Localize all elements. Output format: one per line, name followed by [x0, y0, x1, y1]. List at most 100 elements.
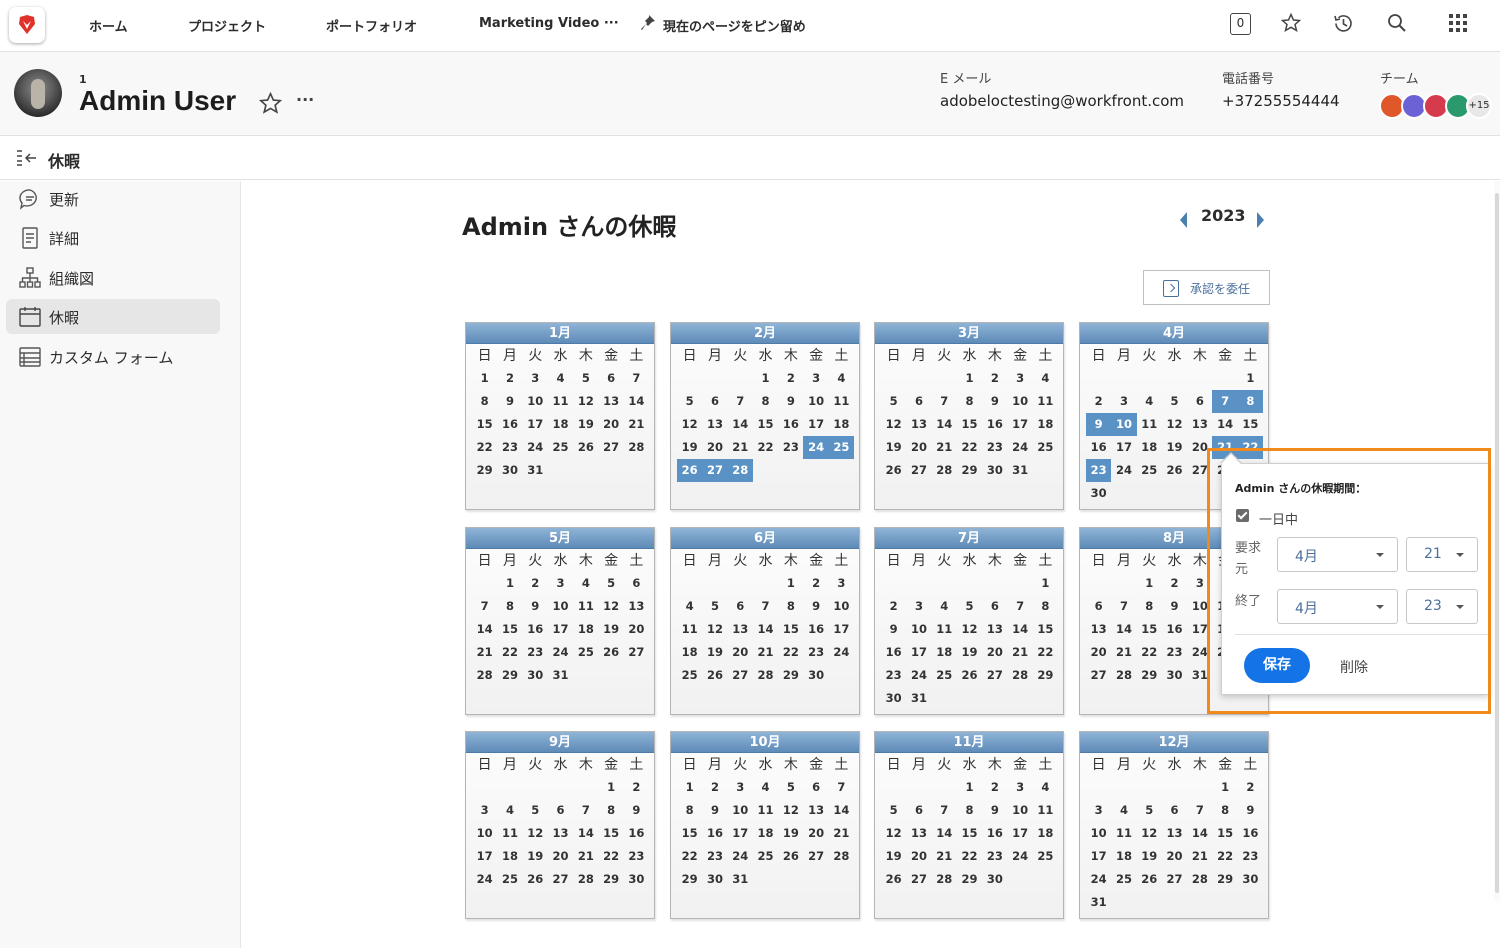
- day-cell[interactable]: 2: [1162, 572, 1187, 595]
- day-cell[interactable]: 13: [548, 822, 573, 845]
- day-cell[interactable]: 11: [1033, 799, 1058, 822]
- day-cell[interactable]: 19: [702, 641, 727, 664]
- day-cell[interactable]: 8: [598, 799, 623, 822]
- day-cell[interactable]: 31: [906, 687, 931, 710]
- day-cell[interactable]: 1: [472, 367, 497, 390]
- day-cell[interactable]: 13: [624, 595, 649, 618]
- day-cell[interactable]: 7: [932, 390, 957, 413]
- day-cell[interactable]: 19: [778, 822, 803, 845]
- day-cell[interactable]: 3: [1007, 776, 1032, 799]
- day-cell[interactable]: 21: [728, 436, 753, 459]
- day-cell[interactable]: 4: [573, 572, 598, 595]
- day-cell[interactable]: 1: [1238, 367, 1263, 390]
- day-cell[interactable]: 28: [573, 868, 598, 891]
- day-cell[interactable]: 28: [753, 664, 778, 687]
- day-cell[interactable]: 6: [1086, 595, 1111, 618]
- day-cell[interactable]: 18: [677, 641, 702, 664]
- day-cell[interactable]: 21: [932, 845, 957, 868]
- day-cell[interactable]: 10: [472, 822, 497, 845]
- day-cell[interactable]: 14: [728, 413, 753, 436]
- day-cell[interactable]: 27: [598, 436, 623, 459]
- day-cell[interactable]: 16: [624, 822, 649, 845]
- day-cell[interactable]: 31: [548, 664, 573, 687]
- day-cell[interactable]: 16: [803, 618, 828, 641]
- day-cell[interactable]: 10: [1007, 799, 1032, 822]
- to-day-select[interactable]: 23: [1406, 589, 1478, 624]
- day-cell[interactable]: 18: [829, 413, 854, 436]
- day-cell[interactable]: 24: [523, 436, 548, 459]
- day-cell[interactable]: 24: [728, 845, 753, 868]
- save-button[interactable]: 保存: [1244, 648, 1310, 683]
- day-cell[interactable]: 7: [1111, 595, 1136, 618]
- day-cell[interactable]: 14: [932, 413, 957, 436]
- delegate-approvals-button[interactable]: 承認を委任: [1143, 270, 1270, 305]
- day-cell[interactable]: 15: [1033, 618, 1058, 641]
- day-cell[interactable]: 23: [1238, 845, 1263, 868]
- all-day-checkbox[interactable]: [1236, 509, 1249, 522]
- day-cell[interactable]: 13: [1187, 413, 1212, 436]
- day-cell[interactable]: 15: [497, 618, 522, 641]
- day-cell[interactable]: 9: [1238, 799, 1263, 822]
- day-cell[interactable]: 10: [1187, 595, 1212, 618]
- day-cell-selected[interactable]: 28: [727, 459, 753, 482]
- day-cell[interactable]: 14: [1187, 822, 1212, 845]
- day-cell[interactable]: 16: [702, 822, 727, 845]
- day-cell[interactable]: 2: [803, 572, 828, 595]
- day-cell[interactable]: 12: [677, 413, 702, 436]
- day-cell[interactable]: 8: [1033, 595, 1058, 618]
- day-cell[interactable]: 25: [497, 868, 522, 891]
- day-cell[interactable]: 15: [753, 413, 778, 436]
- day-cell[interactable]: 13: [1162, 822, 1187, 845]
- day-cell[interactable]: 21: [624, 413, 649, 436]
- day-cell[interactable]: 18: [1033, 822, 1058, 845]
- day-cell[interactable]: 12: [1162, 413, 1187, 436]
- day-cell[interactable]: 30: [497, 459, 522, 482]
- day-cell[interactable]: 24: [472, 868, 497, 891]
- day-cell[interactable]: 9: [497, 390, 522, 413]
- day-cell[interactable]: 7: [472, 595, 497, 618]
- nav-projects[interactable]: プロジェクト: [188, 16, 266, 35]
- day-cell[interactable]: 12: [573, 390, 598, 413]
- day-cell[interactable]: 5: [702, 595, 727, 618]
- day-cell[interactable]: 26: [778, 845, 803, 868]
- day-cell[interactable]: 3: [1007, 367, 1032, 390]
- day-cell[interactable]: 28: [932, 868, 957, 891]
- day-cell[interactable]: 22: [778, 641, 803, 664]
- day-cell[interactable]: 9: [982, 390, 1007, 413]
- day-cell[interactable]: 18: [1137, 436, 1162, 459]
- day-cell[interactable]: 11: [1137, 413, 1162, 436]
- day-cell[interactable]: 16: [1162, 618, 1187, 641]
- day-cell-selected[interactable]: 26: [677, 459, 703, 482]
- day-cell[interactable]: 13: [1086, 618, 1111, 641]
- day-cell[interactable]: 17: [1007, 822, 1032, 845]
- day-cell[interactable]: 28: [1007, 664, 1032, 687]
- day-cell[interactable]: 18: [932, 641, 957, 664]
- email-value[interactable]: adobeloctesting@workfront.com: [940, 92, 1184, 110]
- day-cell[interactable]: 30: [803, 664, 828, 687]
- day-cell[interactable]: 30: [1238, 868, 1263, 891]
- day-cell[interactable]: 23: [523, 641, 548, 664]
- apps-grid-icon[interactable]: [1448, 13, 1468, 33]
- day-cell[interactable]: 24: [1007, 845, 1032, 868]
- day-cell[interactable]: 22: [957, 436, 982, 459]
- day-cell[interactable]: 26: [881, 459, 906, 482]
- day-cell[interactable]: 3: [803, 367, 828, 390]
- day-cell[interactable]: 21: [1007, 641, 1032, 664]
- day-cell[interactable]: 13: [982, 618, 1007, 641]
- day-cell[interactable]: 14: [472, 618, 497, 641]
- day-cell[interactable]: 6: [1162, 799, 1187, 822]
- day-cell[interactable]: 25: [1033, 845, 1058, 868]
- day-cell[interactable]: 20: [548, 845, 573, 868]
- day-cell[interactable]: 8: [778, 595, 803, 618]
- day-cell[interactable]: 7: [573, 799, 598, 822]
- scrollbar[interactable]: [1494, 181, 1500, 901]
- day-cell[interactable]: 2: [702, 776, 727, 799]
- day-cell[interactable]: 27: [1162, 868, 1187, 891]
- day-cell[interactable]: 8: [472, 390, 497, 413]
- day-cell[interactable]: 19: [881, 436, 906, 459]
- day-cell[interactable]: 4: [1033, 367, 1058, 390]
- day-cell[interactable]: 18: [573, 618, 598, 641]
- day-cell[interactable]: 1: [778, 572, 803, 595]
- day-cell[interactable]: 2: [1086, 390, 1111, 413]
- favorite-star-icon[interactable]: [259, 92, 282, 115]
